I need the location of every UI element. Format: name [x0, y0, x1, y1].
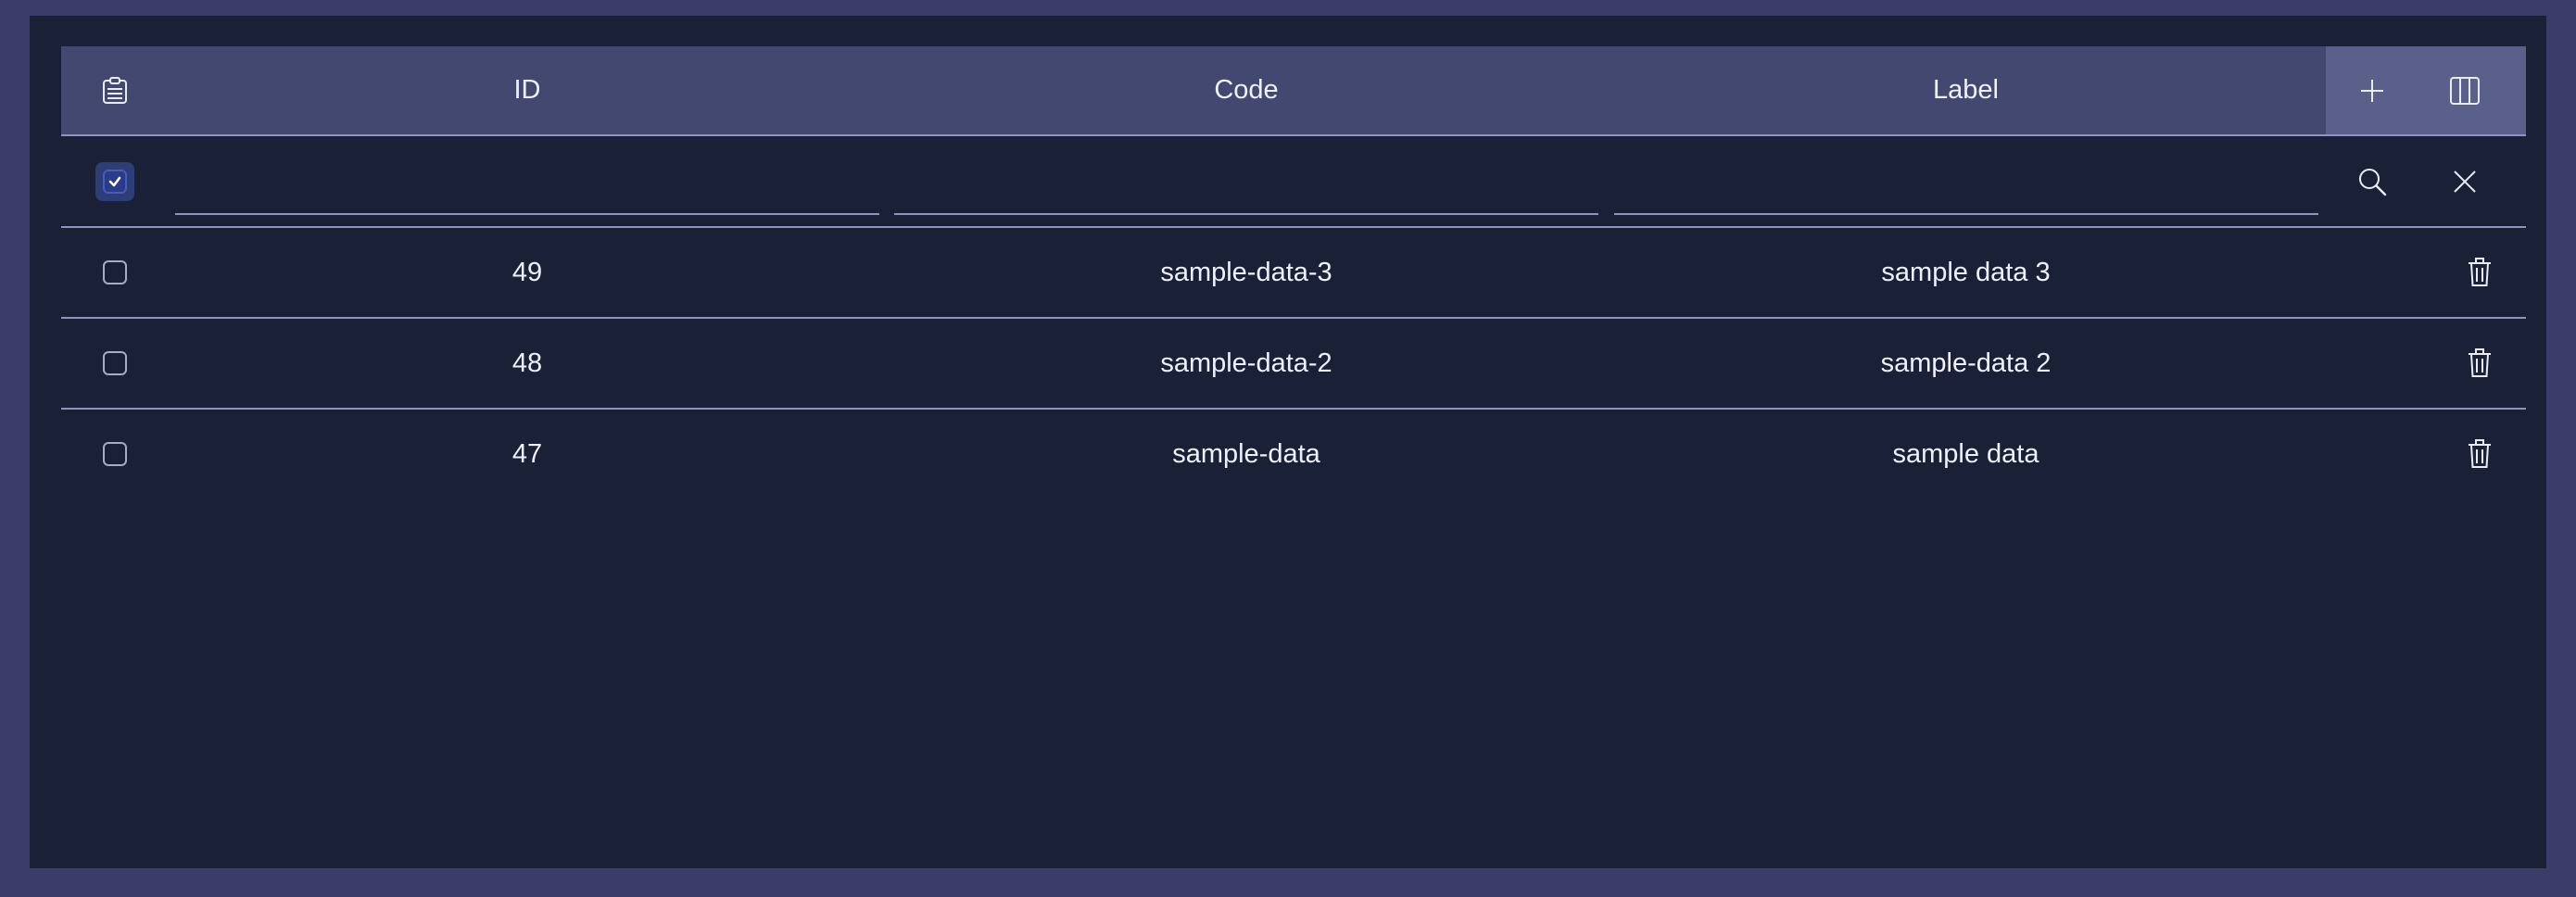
column-header-id-label: ID — [513, 75, 541, 105]
cell-label: sample data — [1606, 410, 2326, 499]
delete-row-button[interactable] — [2433, 410, 2526, 499]
select-all-cell — [61, 136, 168, 226]
select-all-checkbox[interactable] — [95, 161, 134, 201]
cell-id-text: 49 — [511, 257, 543, 287]
row-checkbox[interactable] — [102, 442, 127, 466]
column-header-code-label: Code — [1214, 75, 1279, 105]
row-checkbox[interactable] — [102, 351, 127, 375]
cell-id-text: 47 — [511, 438, 543, 469]
cell-code-text: sample-data-2 — [1160, 347, 1332, 378]
cell-code: sample-data — [887, 410, 1606, 499]
select-all-checkbox-box — [102, 169, 127, 194]
select-menu-cell[interactable] — [61, 46, 168, 134]
filter-actions — [2326, 136, 2526, 226]
cell-code-text: sample-data-3 — [1160, 257, 1332, 287]
columns-toggle-button[interactable] — [2418, 46, 2511, 134]
table-row[interactable]: 47 sample-data sample data — [61, 410, 2526, 499]
cell-label-text: sample-data 2 — [1880, 347, 2052, 378]
trash-icon — [2469, 258, 2491, 286]
cell-label: sample-data 2 — [1606, 319, 2326, 408]
filter-row — [61, 136, 2526, 228]
filter-code-input[interactable] — [894, 178, 1598, 215]
row-select-cell — [61, 228, 168, 317]
columns-icon — [2450, 76, 2480, 105]
column-header-label-label: Label — [1933, 75, 1999, 105]
table-panel: ID Code Label 49 sample-data-3 sample da… — [30, 16, 2546, 868]
row-actions — [2326, 228, 2526, 317]
filter-id-cell — [168, 136, 887, 226]
column-header-id[interactable]: ID — [168, 46, 887, 134]
filter-code-cell — [887, 136, 1606, 226]
row-select-cell — [61, 319, 168, 408]
trash-icon — [2469, 439, 2491, 468]
delete-row-button[interactable] — [2433, 319, 2526, 408]
search-icon — [2359, 168, 2387, 196]
delete-row-button[interactable] — [2433, 228, 2526, 317]
cell-id: 49 — [168, 228, 887, 317]
table-header: ID Code Label — [61, 46, 2526, 136]
column-header-label[interactable]: Label — [1606, 46, 2326, 134]
close-icon — [2454, 170, 2476, 193]
filter-id-input[interactable] — [175, 178, 879, 215]
cell-code: sample-data-3 — [887, 228, 1606, 317]
row-actions — [2326, 319, 2526, 408]
clear-filter-button[interactable] — [2418, 136, 2511, 226]
cell-label-text: sample data 3 — [1881, 257, 2051, 287]
search-button[interactable] — [2326, 136, 2418, 226]
cell-label-text: sample data — [1892, 438, 2039, 469]
row-select-cell — [61, 410, 168, 499]
table-row[interactable]: 48 sample-data-2 sample-data 2 — [61, 319, 2526, 410]
header-actions — [2326, 46, 2526, 134]
add-row-button[interactable] — [2326, 46, 2418, 134]
filter-label-input[interactable] — [1613, 178, 2318, 215]
filter-label-cell — [1606, 136, 2326, 226]
cell-id-text: 48 — [511, 347, 543, 378]
clipboard-list-icon[interactable] — [99, 75, 131, 107]
cell-code-text: sample-data — [1172, 438, 1320, 469]
row-checkbox[interactable] — [102, 260, 127, 284]
cell-code: sample-data-2 — [887, 319, 1606, 408]
checkmark-icon — [108, 176, 120, 186]
data-table: ID Code Label 49 sample-data-3 sample da… — [61, 46, 2526, 499]
column-header-code[interactable]: Code — [887, 46, 1606, 134]
trash-icon — [2469, 348, 2491, 377]
cell-id: 47 — [168, 410, 887, 499]
cell-id: 48 — [168, 319, 887, 408]
row-actions — [2326, 410, 2526, 499]
plus-icon — [2361, 79, 2383, 102]
table-row[interactable]: 49 sample-data-3 sample data 3 — [61, 228, 2526, 319]
cell-label: sample data 3 — [1606, 228, 2326, 317]
